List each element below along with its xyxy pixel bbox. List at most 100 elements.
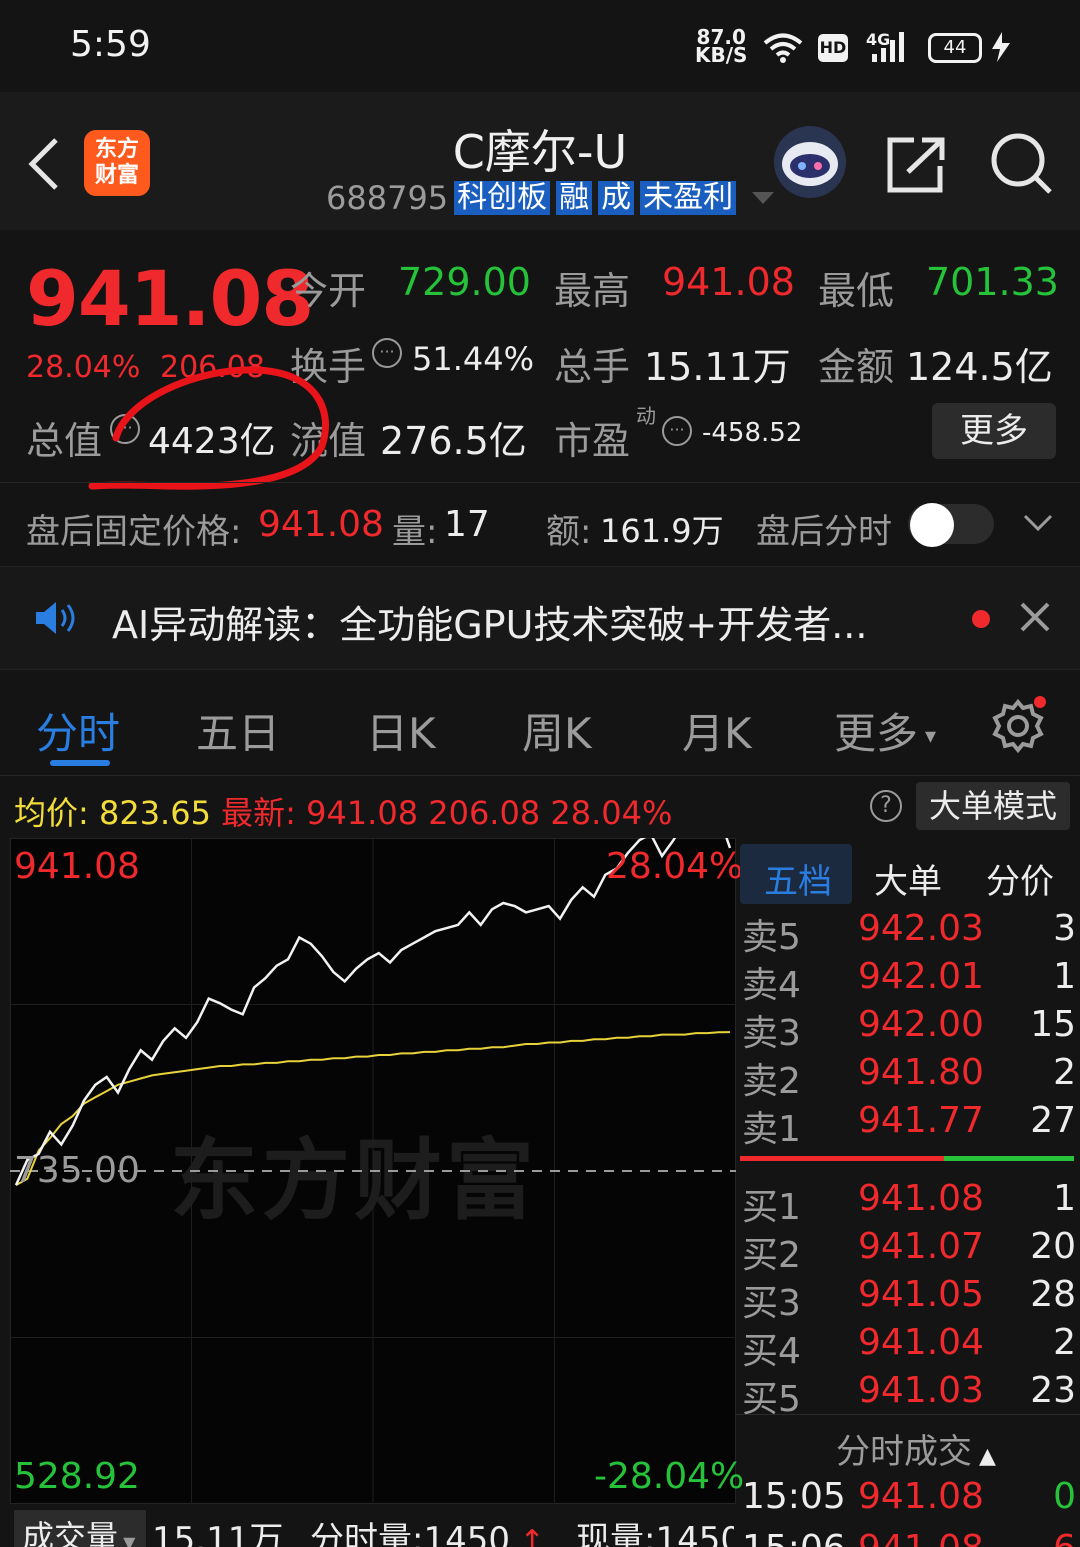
minute-volume: 分时量:1450 ↑ [310, 1512, 545, 1547]
bid-row: 买5 941.03 23 [742, 1370, 1076, 1420]
ask-row: 卖5 942.03 3 [742, 908, 1076, 958]
ask-price: 942.00 [858, 1004, 984, 1045]
help-icon[interactable]: ? [870, 790, 902, 822]
high-label: 最高 [554, 269, 631, 313]
annotation-circle [88, 366, 329, 490]
volume-value: 15.11万 [644, 345, 791, 389]
tab-daily-k[interactable]: 日K [366, 700, 436, 761]
bid-price: 941.04 [858, 1322, 984, 1363]
low-value: 701.33 [926, 260, 1059, 304]
bid-label: 买3 [742, 1283, 801, 1324]
volume-selector-label: 成交量 ▼ [22, 1512, 135, 1547]
ask-volume: 27 [1030, 1100, 1076, 1141]
bid-volume: 2 [1053, 1322, 1076, 1363]
tab-weekly-k[interactable]: 周K [522, 700, 592, 761]
divider [736, 1414, 1080, 1415]
avg-label: 均价: [14, 794, 89, 832]
trade-row: 15:06 941.08 6 [742, 1528, 1076, 1547]
ask-volume: 1 [1053, 956, 1076, 997]
speaker-icon [36, 602, 75, 634]
share-icon[interactable] [886, 134, 948, 194]
bid-volume: 23 [1030, 1370, 1076, 1411]
ask-row: 卖4 942.01 1 [742, 956, 1076, 1006]
y-max-label: 941.08 [14, 846, 140, 887]
search-icon[interactable] [988, 132, 1054, 196]
caret-down-icon: ▾ [918, 724, 937, 749]
bid-label: 买4 [742, 1331, 801, 1372]
volume-label: 总手 [554, 345, 631, 389]
battery-level: 44 [943, 37, 967, 58]
status-time: 5:59 [70, 24, 151, 65]
chevron-down-icon[interactable] [1022, 512, 1054, 534]
info-dots-icon[interactable]: ··· [372, 338, 402, 368]
bid-row: 买1 941.08 1 [742, 1178, 1076, 1228]
latest-change: 206.08 [428, 794, 541, 832]
open-label: 今开 [290, 269, 367, 313]
more-quote-button[interactable]: 更多 [932, 403, 1056, 459]
assistant-robot-icon[interactable] [772, 124, 848, 200]
toggle-knob [910, 503, 954, 547]
volume-total: 15.11万 [152, 1520, 284, 1547]
signal-icon [872, 32, 904, 62]
status-bar [0, 0, 1080, 92]
low-label: 最低 [818, 269, 895, 313]
bid-price: 941.07 [858, 1226, 984, 1267]
big-order-mode-button[interactable]: 大单模式 [916, 782, 1070, 830]
pe-dynamic-sup: 动 [636, 404, 656, 428]
last-price: 941.08 [26, 254, 314, 343]
trades-title-label: 分时成交 [836, 1432, 972, 1472]
caret-down-icon: ▼ [118, 1533, 136, 1547]
y-mid-label: 735.00 [14, 1150, 140, 1191]
gear-icon[interactable] [990, 696, 1048, 754]
post-market-label: 盘后固定价格: [26, 512, 242, 552]
stock-code-row[interactable]: 688795 科创板 融 成 未盈利 [326, 178, 776, 218]
bid-label: 买1 [742, 1187, 801, 1228]
pct-max-label: 28.04% [606, 846, 744, 887]
net-speed-unit: KB/S [695, 43, 748, 67]
bid-ask-ratio-bar [740, 1156, 1074, 1161]
tab-active-indicator [50, 760, 110, 766]
post-market-vol-label: 量: [392, 512, 438, 552]
bid-label: 买2 [742, 1235, 801, 1276]
tab-big-order[interactable]: 大单 [874, 854, 942, 903]
latest-label: 最新: [221, 794, 296, 832]
amount-value: 124.5亿 [906, 345, 1053, 389]
ask-volume: 2 [1053, 1052, 1076, 1093]
tab-five-day[interactable]: 五日 [196, 700, 280, 761]
tab-monthly-k[interactable]: 月K [682, 700, 752, 761]
tag-margin: 融 [556, 181, 593, 215]
ask-price: 942.01 [858, 956, 984, 997]
tab-five-level[interactable]: 五档 [764, 854, 832, 903]
minute-volume-label: 分时量:1450 [310, 1520, 510, 1547]
unread-dot [972, 610, 990, 628]
wifi-icon [763, 33, 803, 63]
volume-label: 成交量 [22, 1518, 119, 1547]
latest-pct: 28.04% [550, 794, 673, 832]
bid-row: 买3 941.05 28 [742, 1274, 1076, 1324]
ai-banner-text[interactable]: AI异动解读：全功能GPU技术突破+开发者... [112, 594, 867, 649]
post-market-price: 941.08 [258, 504, 384, 545]
tab-more[interactable]: 更多 ▾ [834, 700, 936, 761]
trade-row: 15:05 941.08 0 [742, 1476, 1076, 1524]
tab-price-dist[interactable]: 分价 [986, 854, 1054, 903]
bid-volume: 28 [1030, 1274, 1076, 1315]
pct-min-label: -28.04% [594, 1456, 745, 1497]
bid-price: 941.05 [858, 1274, 984, 1315]
tag-unprofitable: 未盈利 [640, 181, 737, 215]
bid-price: 941.08 [858, 1178, 984, 1219]
info-dots-icon[interactable]: ··· [662, 416, 692, 446]
ask-label: 卖5 [742, 917, 801, 958]
bid-price: 941.03 [858, 1370, 984, 1411]
bid-volume: 1 [1053, 1178, 1076, 1219]
trades-title[interactable]: 分时成交 ▲ [836, 1424, 996, 1473]
close-icon[interactable] [1018, 600, 1052, 634]
bid-row: 买2 941.07 20 [742, 1226, 1076, 1276]
y-min-label: 528.92 [14, 1456, 140, 1497]
tab-intraday[interactable]: 分时 [36, 700, 120, 761]
ask-row: 卖2 941.80 2 [742, 1052, 1076, 1102]
ask-label: 卖4 [742, 965, 801, 1006]
ask-row: 卖1 941.77 27 [742, 1100, 1076, 1150]
arrow-up-icon: ↑ [509, 1524, 545, 1547]
post-market-vol: 17 [444, 504, 490, 545]
avg-value: 823.65 [98, 794, 211, 832]
